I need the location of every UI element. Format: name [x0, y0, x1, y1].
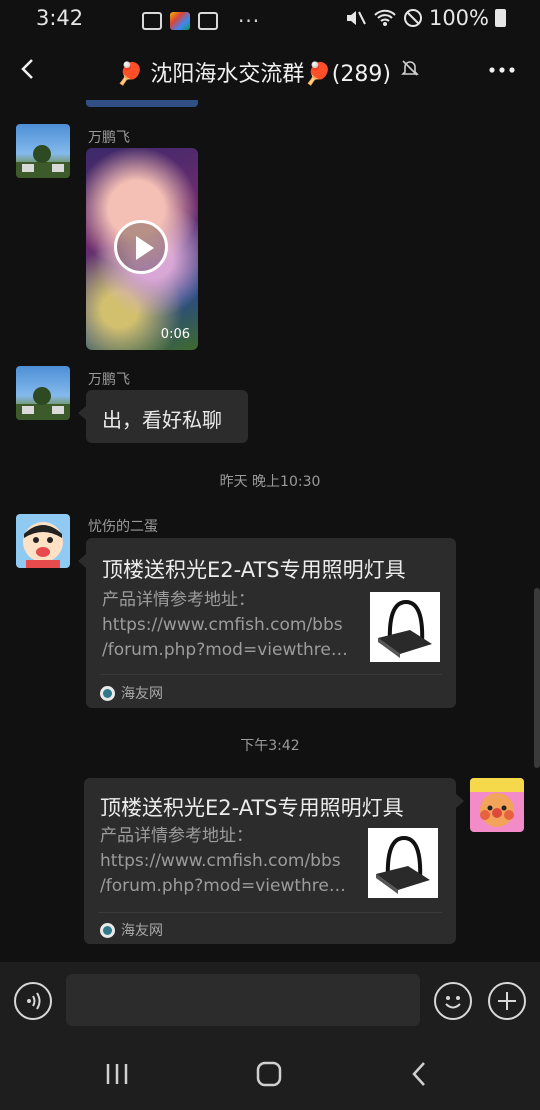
- link-card-desc-line2: https://www.cmfish.com/bbs: [100, 851, 341, 871]
- video-message[interactable]: 0:06: [86, 148, 198, 350]
- app-notification-icon: [198, 12, 218, 30]
- status-notification-icons: ···: [90, 9, 260, 33]
- more-dots-icon[interactable]: [488, 66, 516, 74]
- emoji-face: [445, 996, 461, 1009]
- link-card-message[interactable]: 顶楼送积光E2-ATS专用照明灯具 产品详情参考地址： https://www.…: [84, 778, 464, 944]
- mute-status-icon: [346, 11, 366, 25]
- link-card-divider: [100, 674, 442, 675]
- photos-notification-icon: [170, 12, 190, 30]
- gallery-notification-icon: [142, 12, 162, 30]
- avatar[interactable]: [16, 514, 70, 568]
- input-bar: [0, 962, 540, 1038]
- link-card-divider: [98, 912, 442, 913]
- previous-media-edge: [86, 100, 198, 107]
- video-duration: 0:06: [160, 327, 190, 342]
- source-logo-icon: [100, 685, 115, 701]
- avatar-image: [16, 387, 70, 420]
- emoji-icon[interactable]: [434, 982, 472, 1020]
- chat-title: 🏓 沈阳海水交流群🏓(289): [116, 62, 391, 87]
- source-logo-icon: [100, 922, 115, 938]
- status-time: 3:42: [36, 6, 84, 30]
- link-card-title: 顶楼送积光E2-ATS专用照明灯具: [100, 796, 404, 820]
- voice-waves: [27, 992, 41, 1010]
- lamp-product-image: [376, 835, 430, 894]
- status-bar: 3:42 ··· 100%: [0, 0, 540, 38]
- avatar-image: [23, 522, 63, 568]
- play-icon[interactable]: [114, 220, 168, 274]
- message-input[interactable]: [66, 974, 420, 1026]
- text-message-bubble[interactable]: 出，看好私聊: [78, 390, 248, 443]
- link-card-source: 海友网: [100, 683, 163, 703]
- message-text: 出，看好私聊: [102, 408, 222, 432]
- link-card-source: 海友网: [100, 920, 163, 940]
- source-name: 海友网: [121, 686, 163, 702]
- link-card-desc-line1: 产品详情参考地址：: [102, 590, 255, 610]
- sender-name: 万鹏飞: [88, 372, 130, 388]
- system-navigation-bar: [0, 1038, 540, 1110]
- scrollbar[interactable]: [534, 588, 540, 768]
- avatar-image: [470, 778, 524, 827]
- battery-icon: [495, 9, 506, 27]
- link-card-message[interactable]: 顶楼送积光E2-ATS专用照明灯具 产品详情参考地址： https://www.…: [78, 538, 456, 708]
- recent-apps-icon[interactable]: [104, 1062, 130, 1086]
- voice-icon[interactable]: [14, 982, 52, 1020]
- more-notifications-icon: ···: [238, 9, 261, 33]
- avatar-image: [16, 145, 70, 178]
- link-card-desc-line3: /forum.php?mod=viewthread&tid: [102, 640, 358, 660]
- own-avatar[interactable]: [470, 778, 524, 832]
- avatar[interactable]: [16, 366, 70, 420]
- wifi-icon: [374, 9, 396, 26]
- bell-off-icon: [401, 60, 419, 76]
- link-card-thumbnail: [368, 828, 438, 898]
- back-arrow-icon[interactable]: [16, 56, 42, 82]
- status-system-icons: 100%: [345, 6, 506, 30]
- link-card-title: 顶楼送积光E2-ATS专用照明灯具: [102, 558, 406, 582]
- time-divider: 下午3:42: [240, 738, 300, 754]
- link-card-desc-line2: https://www.cmfish.com/bbs: [102, 615, 343, 635]
- avatar[interactable]: [16, 124, 70, 178]
- nav-back-icon[interactable]: [408, 1060, 432, 1088]
- time-divider: 昨天 晚上10:30: [219, 474, 321, 490]
- source-name: 海友网: [121, 923, 163, 939]
- link-card-desc-line3: /forum.php?mod=viewthread&tid: [100, 876, 356, 896]
- sender-name: 忧伤的二蛋: [88, 519, 158, 535]
- plus-glyph: [498, 992, 516, 1010]
- link-card-thumbnail: [370, 592, 440, 662]
- sender-name: 万鹏飞: [88, 130, 130, 146]
- lamp-product-image: [378, 599, 432, 658]
- plus-icon[interactable]: [488, 982, 526, 1020]
- no-signal-icon: [403, 9, 422, 27]
- link-card-desc-line1: 产品详情参考地址：: [100, 826, 253, 846]
- home-icon[interactable]: [255, 1060, 283, 1088]
- battery-percent: 100%: [428, 6, 489, 30]
